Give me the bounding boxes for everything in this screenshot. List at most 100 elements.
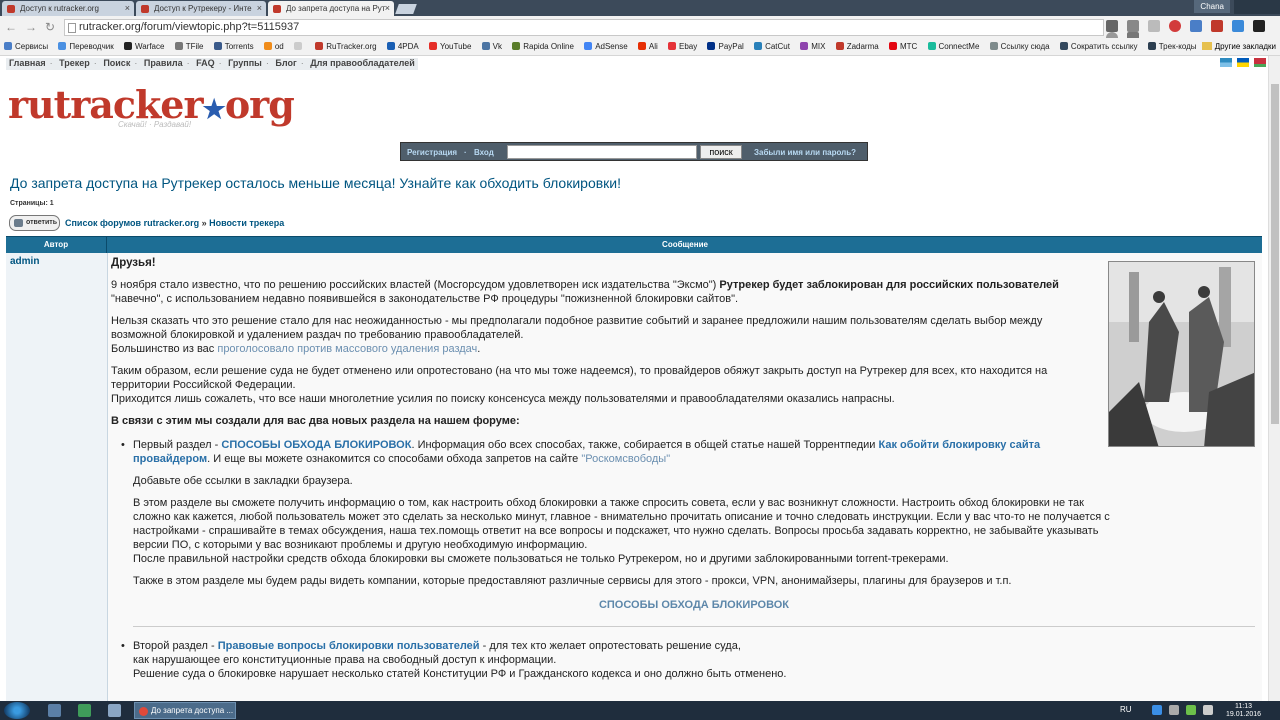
mix-icon [800,42,809,50]
nav-search[interactable]: Поиск [103,58,130,68]
system-tray [1152,705,1217,718]
page-number[interactable]: 1 [50,200,54,207]
app-icon[interactable] [108,704,121,717]
nav-rightholders[interactable]: Для правообладателей [310,58,415,68]
key-icon[interactable] [1127,20,1140,32]
bulb-icon[interactable] [1106,20,1118,32]
page-icon [68,23,76,33]
bookmark-item[interactable]: ConnectMe [927,42,979,51]
browser-tab-2[interactable]: Доступ к Рутрекеру - Инте × [136,1,266,16]
greeting: Друзья! [111,257,156,269]
profile-button[interactable]: Chana [1194,0,1230,13]
reload-icon[interactable]: ↻ [43,20,57,34]
flag-by-icon[interactable] [1254,58,1266,67]
close-icon[interactable]: × [125,3,130,13]
breadcrumb-news[interactable]: Новости трекера [209,218,284,228]
clock-date: 19.01.2016 [1226,711,1262,718]
star-icon[interactable] [1148,20,1161,32]
tab-title: Доступ к Рутрекеру - Инте [154,4,252,13]
nav-tracker[interactable]: Трекер [59,58,90,68]
search-button[interactable]: поиск [700,145,742,159]
url-input[interactable]: rutracker.org/forum/viewtopic.php?t=5115… [64,19,1104,36]
nav-rules[interactable]: Правила [144,58,183,68]
bookmark-item[interactable]: PayPal [707,42,744,51]
browser-tab-3-active[interactable]: До запрета доступа на Рут × [268,1,394,16]
back-icon[interactable]: ← [4,20,18,34]
bookmark-item[interactable]: od [263,42,284,51]
topic-title[interactable]: До запрета доступа на Рутрекер осталось … [10,175,621,191]
nav-home[interactable]: Главная [9,58,46,68]
new-tab-button[interactable] [395,4,417,14]
tray-app-icon[interactable] [1186,705,1197,715]
help-icon[interactable] [1152,705,1162,715]
bookmark-item[interactable]: Rapida Online [512,42,574,51]
language-indicator[interactable]: RU [1120,705,1132,714]
adblock-icon[interactable] [1169,20,1182,32]
link-icon [989,42,998,50]
nav-blog[interactable]: Блог [275,58,296,68]
bookmark-item[interactable]: МТС [888,42,917,51]
bookmark-item[interactable]: Ebay [668,42,697,51]
bookmark-item[interactable]: Ali [637,42,658,51]
legal-section-link[interactable]: Правовые вопросы блокировки пользователе… [218,640,480,652]
bookmark-item[interactable]: 4PDA [386,42,419,51]
bookmark-item[interactable]: TFile [174,42,203,51]
roskomsvoboda-link[interactable]: "Роскомсвободы" [581,453,670,465]
bookmark-item[interactable]: CatCut [754,42,790,51]
author-cell: admin [6,253,108,701]
bookmark-item[interactable]: Torrents [213,42,254,51]
translate-icon[interactable] [1190,20,1203,32]
forgot-password-link[interactable]: Забыли имя или пароль? [754,148,856,157]
bookmark-item[interactable]: Vk [481,42,502,51]
bookmark-item[interactable]: MIX [800,42,825,51]
forward-icon[interactable]: → [24,20,38,34]
bookmark-item[interactable]: Zadarma [835,42,879,51]
catcut-icon [754,42,763,50]
author-name[interactable]: admin [10,256,39,267]
reply-button[interactable]: ответить [9,215,60,231]
flag-kz-icon[interactable] [1219,58,1232,67]
bypass-section-center-link[interactable]: СПОСОБЫ ОБХОДА БЛОКИРОВОК [111,598,1268,612]
nav-groups[interactable]: Группы [228,58,262,68]
taskbar-chrome-window[interactable]: До запрета доступа ... [134,702,236,719]
bookmark-item[interactable] [294,42,305,51]
bookmark-item[interactable]: AdSense [584,42,628,51]
page-icon [294,42,302,50]
extension-icon[interactable] [1232,20,1245,32]
bookmark-item[interactable]: Сервисы [4,42,48,51]
app-icon[interactable] [78,704,91,717]
close-icon[interactable]: × [385,3,390,13]
bypass-section-link[interactable]: СПОСОБЫ ОБХОДА БЛОКИРОВОК [221,439,411,451]
search-input[interactable] [507,145,697,159]
bookmark-item[interactable]: Трек-коды [1147,42,1197,51]
bookmark-item[interactable]: Сократить ссылку [1059,42,1138,51]
extension-icon[interactable] [1253,20,1266,32]
start-button[interactable] [4,702,30,719]
page-scrollbar[interactable] [1268,56,1280,701]
other-bookmarks[interactable]: Другие закладки [1201,42,1276,51]
explorer-icon[interactable] [48,704,61,717]
rutracker-favicon [141,5,149,13]
breadcrumb-forum-list[interactable]: Список форумов rutracker.org [65,218,199,228]
window-controls[interactable] [1234,0,1280,14]
network-icon[interactable] [1169,705,1180,715]
mail-icon[interactable] [1211,20,1224,32]
bookmark-item[interactable]: Переводчик [58,42,114,51]
flag-ua-icon[interactable] [1236,58,1249,67]
volume-icon[interactable] [1203,705,1214,715]
scrollbar-thumb[interactable] [1271,84,1279,424]
register-link[interactable]: Регистрация [407,148,457,157]
reply-icon [14,219,23,227]
bookmark-item[interactable]: Warface [123,42,164,51]
bookmark-item[interactable]: Ссылку сюда [989,42,1050,51]
engraving-picture [1109,262,1254,446]
close-icon[interactable]: × [257,3,262,13]
nav-faq[interactable]: FAQ [196,58,215,68]
poll-link[interactable]: проголосовало против массового удаления … [217,343,477,355]
list-item: Первый раздел - СПОСОБЫ ОБХОДА БЛОКИРОВО… [111,438,1096,466]
login-link[interactable]: Вход [474,148,494,157]
clock[interactable]: 11:13 19.01.2016 [1226,703,1261,719]
bookmark-item[interactable]: YouTube [429,42,471,51]
bookmark-item[interactable]: RuTracker.org [315,42,377,51]
browser-tab-1[interactable]: Доступ к rutracker.org × [2,1,134,16]
